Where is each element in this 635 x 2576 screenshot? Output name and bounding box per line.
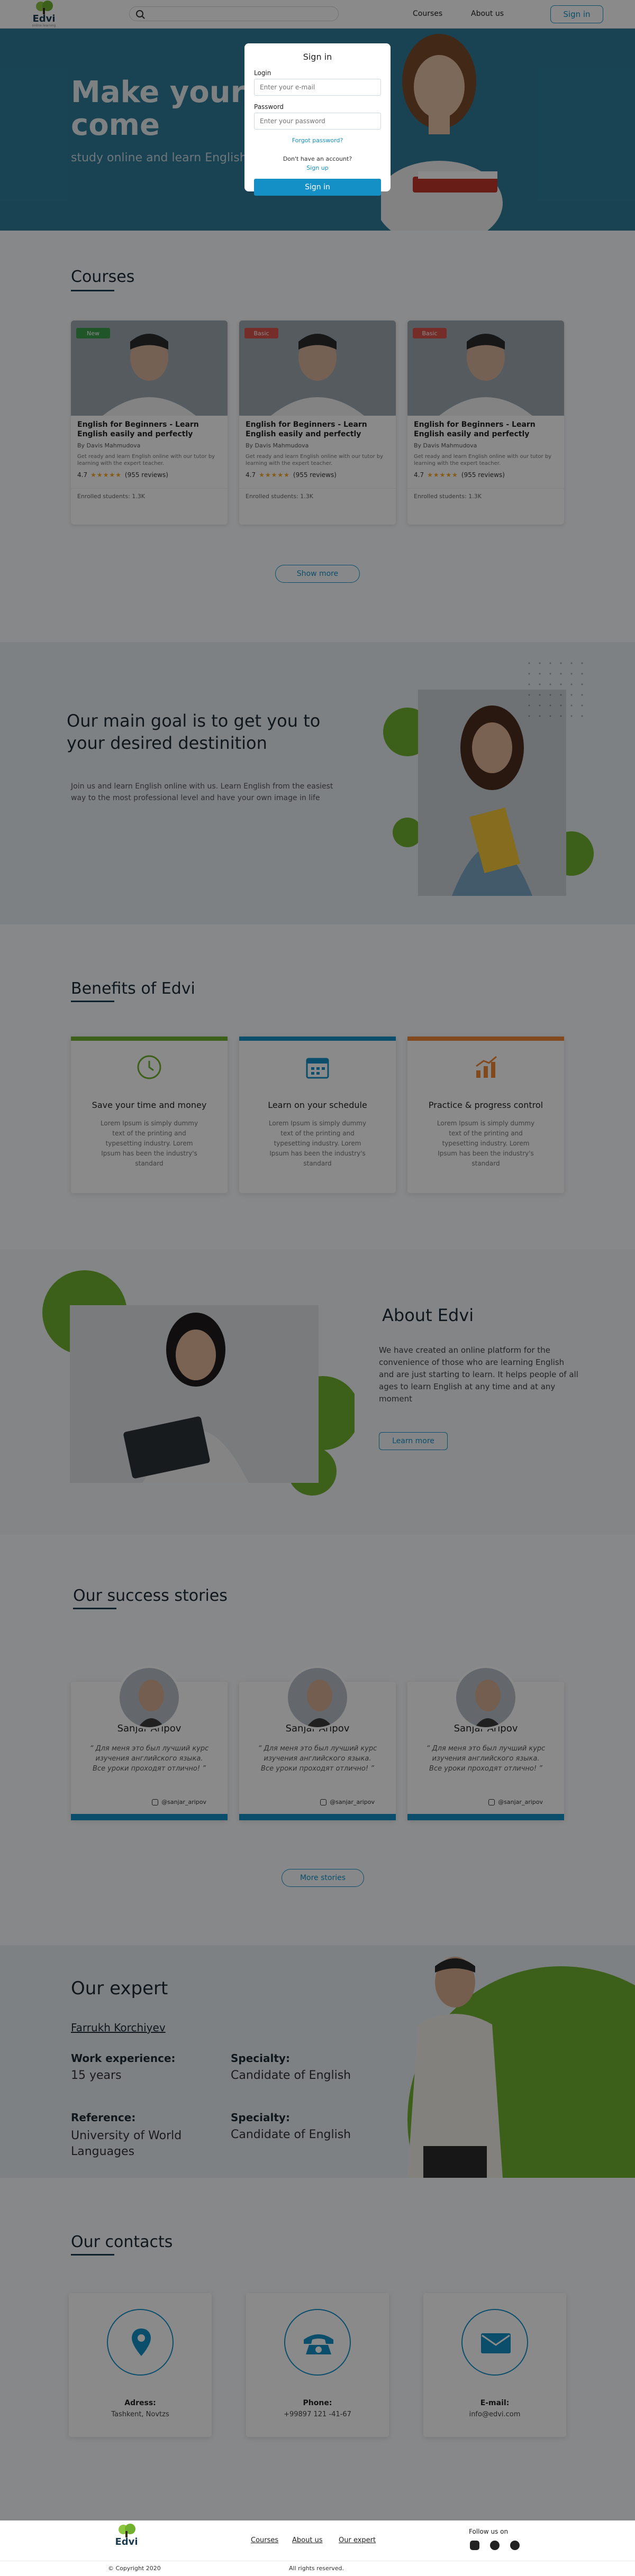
logo-tree-icon [117, 2524, 135, 2537]
no-account-text: Don't have an account? [283, 155, 352, 162]
copyright: © Copyright 2020 [108, 2565, 161, 2572]
instagram-icon[interactable] [470, 2541, 479, 2550]
footer-link-our-expert[interactable]: Our expert [339, 2536, 376, 2544]
modal-overlay[interactable] [0, 0, 635, 2520]
footer: Edvi Courses About us Our expert Follow … [0, 2520, 635, 2576]
forgot-password-link[interactable]: Forgot password? [254, 137, 381, 144]
login-label: Login [254, 69, 271, 77]
footer-logo-text: Edvi [115, 2536, 138, 2547]
sign-in-modal: Sign in Login Password Forgot password? … [244, 43, 391, 196]
modal-title: Sign in [303, 52, 332, 62]
facebook-icon[interactable] [510, 2541, 520, 2550]
login-input[interactable] [254, 79, 381, 96]
footer-link-about-us[interactable]: About us [292, 2536, 323, 2544]
password-input[interactable] [254, 113, 381, 130]
telegram-icon[interactable] [490, 2541, 500, 2550]
rights-reserved: All rights reserved. [289, 2565, 344, 2572]
password-label: Password [254, 103, 284, 111]
sign-up-link[interactable]: Sign up [254, 164, 381, 171]
footer-link-courses[interactable]: Courses [251, 2536, 278, 2544]
footer-logo[interactable]: Edvi [108, 2524, 145, 2547]
follow-us-label: Follow us on [469, 2528, 509, 2535]
modal-sign-in-button[interactable]: Sign in [254, 179, 381, 196]
